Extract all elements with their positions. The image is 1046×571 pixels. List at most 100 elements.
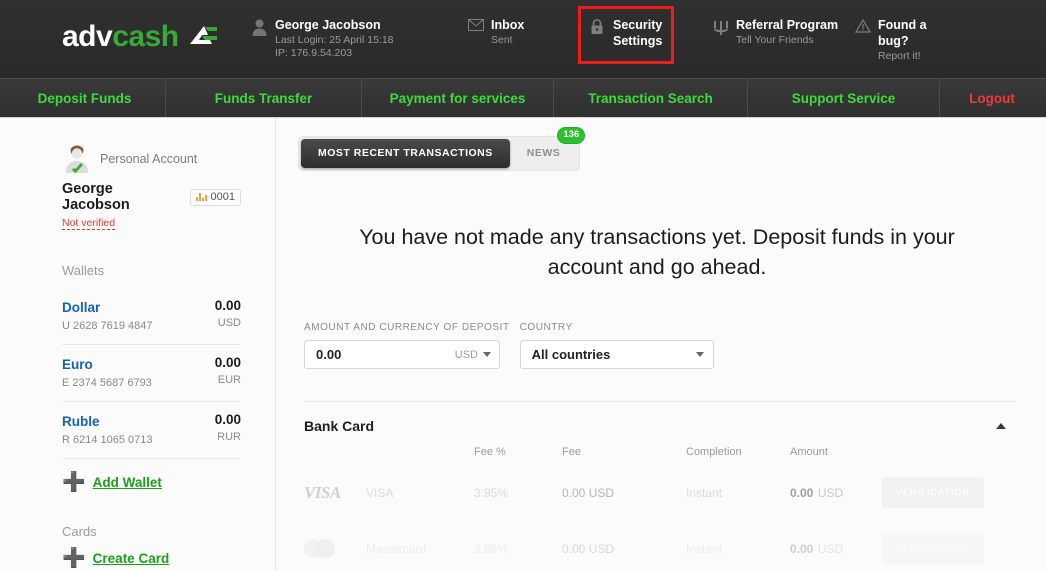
account-type-row: Personal Account bbox=[62, 144, 241, 174]
top-header: adv cash George Jacobson Last Login: 25 A… bbox=[0, 0, 1046, 78]
country-select[interactable]: All countries bbox=[519, 340, 714, 370]
wallet-name[interactable]: Ruble bbox=[62, 414, 100, 429]
wallet-row[interactable]: Dollar U 2628 7619 4847 0.00 USD bbox=[62, 288, 241, 346]
wallet-account-number: R 6214 1065 0713 bbox=[62, 434, 153, 447]
wallet-name[interactable]: Euro bbox=[62, 357, 93, 372]
country-selected-value: All countries bbox=[531, 347, 611, 363]
table-row[interactable]: Mastercard 3.95% 0.00 USD Instant 0.00 U… bbox=[304, 520, 1016, 571]
bank-card-title: Bank Card bbox=[304, 418, 375, 435]
row-fee: 0.00 USD bbox=[562, 541, 615, 556]
empty-state-message: You have not made any transactions yet. … bbox=[359, 225, 955, 279]
wallet-name[interactable]: Dollar bbox=[62, 300, 100, 315]
wallet-info: Ruble R 6214 1065 0713 bbox=[62, 410, 153, 449]
header-inbox-link[interactable]: Inbox Sent bbox=[468, 18, 524, 47]
account-name: George Jacobson bbox=[62, 181, 130, 213]
wallet-row[interactable]: Euro E 2374 5687 6793 0.00 EUR bbox=[62, 345, 241, 403]
warning-icon bbox=[855, 19, 871, 37]
header-security-text: Security Settings bbox=[613, 18, 705, 50]
bar-chart-icon bbox=[195, 193, 207, 201]
page-root: adv cash George Jacobson Last Login: 25 A… bbox=[0, 0, 1046, 571]
row-brand: VISA bbox=[366, 485, 394, 500]
nav-item-payment-for-services[interactable]: Payment for services bbox=[362, 79, 554, 117]
news-badge-count: 136 bbox=[557, 127, 586, 144]
chevron-up-icon[interactable] bbox=[996, 423, 1006, 430]
header-referral-program-link[interactable]: Referral Program Tell Your Friends bbox=[713, 18, 838, 47]
header-user-block[interactable]: George Jacobson Last Login: 25 April 15:… bbox=[252, 18, 394, 61]
content-area: Personal Account George Jacobson 0001 No… bbox=[0, 118, 1046, 571]
header-inbox-sub[interactable]: Sent bbox=[491, 34, 524, 47]
logo-arrow-icon bbox=[188, 24, 218, 50]
header-referral-title: Referral Program bbox=[736, 18, 839, 32]
add-wallet-button[interactable]: ➕ Add Wallet bbox=[62, 473, 241, 492]
logo-text-adv: adv bbox=[62, 20, 113, 53]
tab-bar: MOST RECENT TRANSACTIONS NEWS 136 bbox=[298, 127, 586, 171]
row-fee-percent: 3.95% bbox=[474, 541, 509, 556]
row-completion: Instant bbox=[686, 541, 723, 556]
header-inbox-text: Inbox Sent bbox=[491, 18, 524, 47]
envelope-icon bbox=[468, 19, 484, 37]
account-type-label: Personal Account bbox=[100, 152, 198, 166]
amount-field-label: AMOUNT AND CURRENCY OF DEPOSIT bbox=[304, 322, 510, 334]
tab-most-recent-transactions[interactable]: MOST RECENT TRANSACTIONS bbox=[301, 139, 510, 168]
chevron-down-icon[interactable] bbox=[483, 352, 491, 358]
advcash-logo[interactable]: adv cash bbox=[62, 22, 218, 52]
header-security-settings-link[interactable]: Security Settings bbox=[590, 18, 705, 50]
wallet-row[interactable]: Ruble R 6214 1065 0713 0.00 RUR bbox=[62, 402, 241, 460]
verification-status[interactable]: Not verified bbox=[62, 217, 116, 230]
wallet-amount: 0.00 bbox=[214, 355, 241, 371]
header-bug-title: Found a bug? bbox=[878, 18, 927, 48]
header-referral-text: Referral Program Tell Your Friends bbox=[736, 18, 838, 47]
logo-text-cash: cash bbox=[112, 20, 179, 53]
table-header-row: Fee % Fee Completion Amount bbox=[304, 434, 1016, 464]
sidebar: Personal Account George Jacobson 0001 No… bbox=[0, 118, 276, 571]
header-last-login: Last Login: 25 April 15:18 bbox=[275, 33, 394, 46]
header-ip: IP: 176.9.54.203 bbox=[275, 47, 353, 60]
row-brand: Mastercard bbox=[366, 541, 427, 556]
amount-input[interactable]: 0.00 USD bbox=[304, 340, 500, 370]
row-amount-unit: USD bbox=[817, 485, 844, 500]
row-action-cell: VERIFICATION bbox=[882, 533, 1016, 565]
nav-item-deposit-funds[interactable]: Deposit Funds bbox=[4, 79, 166, 117]
nav-item-logout[interactable]: Logout bbox=[940, 79, 1044, 117]
wallet-info: Dollar U 2628 7619 4847 bbox=[62, 296, 153, 335]
deposit-form: AMOUNT AND CURRENCY OF DEPOSIT 0.00 USD … bbox=[298, 322, 1016, 370]
col-header-completion: Completion bbox=[686, 446, 742, 459]
col-header-fee-pct: Fee % bbox=[474, 446, 506, 459]
wallet-balance: 0.00 USD bbox=[215, 296, 241, 332]
header-bug-text: Found a bug? Report it! bbox=[878, 18, 938, 63]
header-bug-sub: Report it! bbox=[878, 49, 921, 62]
bank-card-section-header[interactable]: Bank Card bbox=[298, 402, 1016, 434]
wallet-balance: 0.00 RUR bbox=[215, 410, 241, 446]
create-card-button[interactable]: ➕ Create Card bbox=[62, 549, 241, 568]
col-header-amount: Amount bbox=[790, 446, 828, 459]
main-panel: MOST RECENT TRANSACTIONS NEWS 136 You ha… bbox=[276, 118, 1046, 571]
plus-icon: ➕ bbox=[62, 472, 86, 494]
wallets-section-label: Wallets bbox=[62, 263, 105, 278]
chevron-down-icon[interactable] bbox=[695, 352, 704, 358]
country-field-group: COUNTRY All countries bbox=[519, 322, 714, 370]
create-card-label: Create Card bbox=[92, 551, 170, 567]
add-wallet-label: Add Wallet bbox=[92, 475, 162, 491]
header-referral-sub: Tell Your Friends bbox=[736, 33, 814, 46]
avatar bbox=[62, 144, 92, 174]
amount-value: 0.00 bbox=[316, 347, 342, 363]
level-badge[interactable]: 0001 bbox=[189, 188, 241, 206]
bank-card-table: Fee % Fee Completion Amount VISA VISA 3.… bbox=[298, 434, 1016, 571]
nav-item-support-service[interactable]: Support Service bbox=[748, 79, 940, 117]
nav-item-transaction-search[interactable]: Transaction Search bbox=[554, 79, 748, 117]
account-name-row: George Jacobson 0001 bbox=[62, 181, 241, 213]
header-security-title: Security Settings bbox=[613, 18, 663, 48]
table-row[interactable]: VISA VISA 3.95% 0.00 USD Instant 0.00 US… bbox=[304, 464, 1016, 520]
header-inbox-title: Inbox bbox=[491, 18, 525, 32]
wallet-amount: 0.00 bbox=[214, 298, 241, 313]
verification-button[interactable]: VERIFICATION bbox=[882, 533, 984, 565]
header-found-a-bug-link[interactable]: Found a bug? Report it! bbox=[855, 18, 938, 63]
wallet-currency: EUR bbox=[217, 373, 241, 386]
wallet-amount: 0.00 bbox=[214, 412, 241, 428]
row-amount-unit: USD bbox=[817, 541, 844, 556]
verification-button[interactable]: VERIFICATION bbox=[882, 477, 984, 509]
nav-item-funds-transfer[interactable]: Funds Transfer bbox=[166, 79, 362, 117]
wallet-info: Euro E 2374 5687 6793 bbox=[62, 353, 152, 392]
row-fee: 0.00 USD bbox=[562, 485, 615, 500]
trident-icon bbox=[713, 19, 729, 37]
